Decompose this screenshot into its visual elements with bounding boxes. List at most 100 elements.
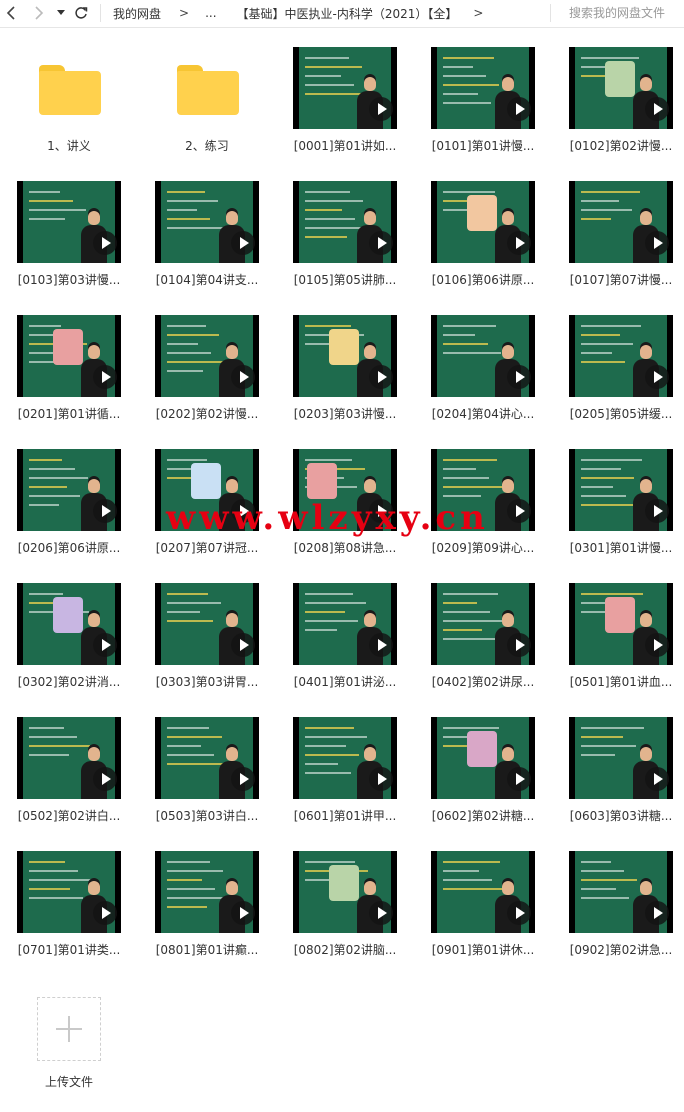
video-item[interactable]: [0101]第01讲慢...: [431, 47, 561, 177]
play-icon: [369, 97, 393, 121]
video-item[interactable]: [0902]第02讲急...: [569, 851, 684, 981]
folder-icon: [39, 65, 101, 115]
file-name: [0301]第01讲慢...: [569, 541, 673, 555]
video-item[interactable]: [0106]第06讲原...: [431, 181, 561, 311]
file-name: [0701]第01讲类...: [17, 943, 121, 957]
file-name: [0208]第08讲急...: [293, 541, 397, 555]
video-item[interactable]: [0502]第02讲白...: [17, 717, 147, 847]
video-item[interactable]: [0901]第01讲休...: [431, 851, 561, 981]
file-name: [0106]第06讲原...: [431, 273, 535, 287]
breadcrumb-separator: >: [473, 6, 484, 20]
file-name: [0603]第03讲糖...: [569, 809, 673, 823]
breadcrumb-separator: >: [179, 6, 190, 20]
video-thumbnail: [293, 851, 397, 933]
play-icon: [93, 767, 117, 791]
video-thumbnail: [17, 449, 121, 531]
video-thumbnail: [569, 181, 673, 263]
video-thumbnail: [569, 717, 673, 799]
video-thumbnail: [431, 583, 535, 665]
play-icon: [369, 767, 393, 791]
play-icon: [645, 767, 669, 791]
chevron-right-icon[interactable]: [30, 2, 48, 24]
video-item[interactable]: [0801]第01讲癫...: [155, 851, 285, 981]
video-thumbnail: [569, 583, 673, 665]
file-name: [0104]第04讲支...: [155, 273, 259, 287]
video-item[interactable]: [0501]第01讲血...: [569, 583, 684, 713]
file-name: [0103]第03讲慢...: [17, 273, 121, 287]
breadcrumb-root[interactable]: 我的网盘: [113, 5, 161, 22]
video-item[interactable]: [0201]第01讲循...: [17, 315, 147, 445]
file-name: [0203]第03讲慢...: [293, 407, 397, 421]
video-item[interactable]: [0303]第03讲胃...: [155, 583, 285, 713]
play-icon: [231, 231, 255, 255]
file-name: [0602]第02讲糖...: [431, 809, 535, 823]
folder-item[interactable]: 2、练习: [155, 47, 285, 177]
play-icon: [645, 499, 669, 523]
play-icon: [231, 767, 255, 791]
video-thumbnail: [569, 449, 673, 531]
toolbar: 我的网盘 > ... 【基础】中医执业-内科学（2021）【全】 > 搜索我的网…: [0, 0, 684, 28]
video-thumbnail: [293, 181, 397, 263]
video-item[interactable]: [0601]第01讲甲...: [293, 717, 423, 847]
video-thumbnail: [293, 315, 397, 397]
play-icon: [93, 231, 117, 255]
breadcrumb-current-folder[interactable]: 【基础】中医执业-内科学（2021）【全】: [237, 5, 458, 22]
breadcrumb-ellipsis[interactable]: ...: [205, 6, 216, 20]
file-name: [0107]第07讲慢...: [569, 273, 673, 287]
play-icon: [93, 365, 117, 389]
video-thumbnail: [155, 851, 259, 933]
file-name: [0902]第02讲急...: [569, 943, 673, 957]
file-name: [0201]第01讲循...: [17, 407, 121, 421]
upload-button[interactable]: [37, 997, 101, 1061]
refresh-icon[interactable]: [72, 2, 90, 24]
video-thumbnail: [155, 583, 259, 665]
folder-item[interactable]: 1、讲义: [17, 47, 147, 177]
video-thumbnail: [17, 315, 121, 397]
video-thumbnail: [431, 315, 535, 397]
play-icon: [507, 633, 531, 657]
video-item[interactable]: [0205]第05讲缓...: [569, 315, 684, 445]
video-thumbnail: [155, 315, 259, 397]
video-item[interactable]: [0802]第02讲脑...: [293, 851, 423, 981]
file-name: [0101]第01讲慢...: [431, 139, 535, 153]
video-item[interactable]: [0302]第02讲消...: [17, 583, 147, 713]
video-item[interactable]: [0301]第01讲慢...: [569, 449, 684, 579]
file-name: [0503]第03讲白...: [155, 809, 259, 823]
video-item[interactable]: [0202]第02讲慢...: [155, 315, 285, 445]
file-name: [0401]第01讲泌...: [293, 675, 397, 689]
video-item[interactable]: [0503]第03讲白...: [155, 717, 285, 847]
video-item[interactable]: [0105]第05讲肺...: [293, 181, 423, 311]
caret-down-icon[interactable]: [54, 2, 68, 24]
video-item[interactable]: [0402]第02讲尿...: [431, 583, 561, 713]
video-item[interactable]: [0203]第03讲慢...: [293, 315, 423, 445]
video-item[interactable]: [0001]第01讲如...: [293, 47, 423, 177]
play-icon: [369, 365, 393, 389]
play-icon: [93, 901, 117, 925]
video-item[interactable]: [0401]第01讲泌...: [293, 583, 423, 713]
file-name: 2、练习: [185, 139, 229, 153]
play-icon: [645, 97, 669, 121]
file-name: [0209]第09讲心...: [431, 541, 535, 555]
video-item[interactable]: [0103]第03讲慢...: [17, 181, 147, 311]
video-thumbnail: [155, 717, 259, 799]
file-name: [0206]第06讲原...: [17, 541, 121, 555]
video-item[interactable]: [0107]第07讲慢...: [569, 181, 684, 311]
play-icon: [507, 901, 531, 925]
play-icon: [645, 231, 669, 255]
video-thumbnail: [293, 47, 397, 129]
file-name: [0901]第01讲休...: [431, 943, 535, 957]
video-item[interactable]: [0701]第01讲类...: [17, 851, 147, 981]
play-icon: [507, 97, 531, 121]
play-icon: [231, 901, 255, 925]
file-name: [0402]第02讲尿...: [431, 675, 535, 689]
search-input[interactable]: 搜索我的网盘文件: [550, 4, 684, 22]
video-item[interactable]: [0206]第06讲原...: [17, 449, 147, 579]
upload-label: 上传文件: [44, 1075, 93, 1089]
video-item[interactable]: [0204]第04讲心...: [431, 315, 561, 445]
video-thumbnail: [17, 583, 121, 665]
video-item[interactable]: [0602]第02讲糖...: [431, 717, 561, 847]
video-item[interactable]: [0102]第02讲慢...: [569, 47, 684, 177]
video-item[interactable]: [0603]第03讲糖...: [569, 717, 684, 847]
video-item[interactable]: [0104]第04讲支...: [155, 181, 285, 311]
chevron-left-icon[interactable]: [2, 2, 20, 24]
